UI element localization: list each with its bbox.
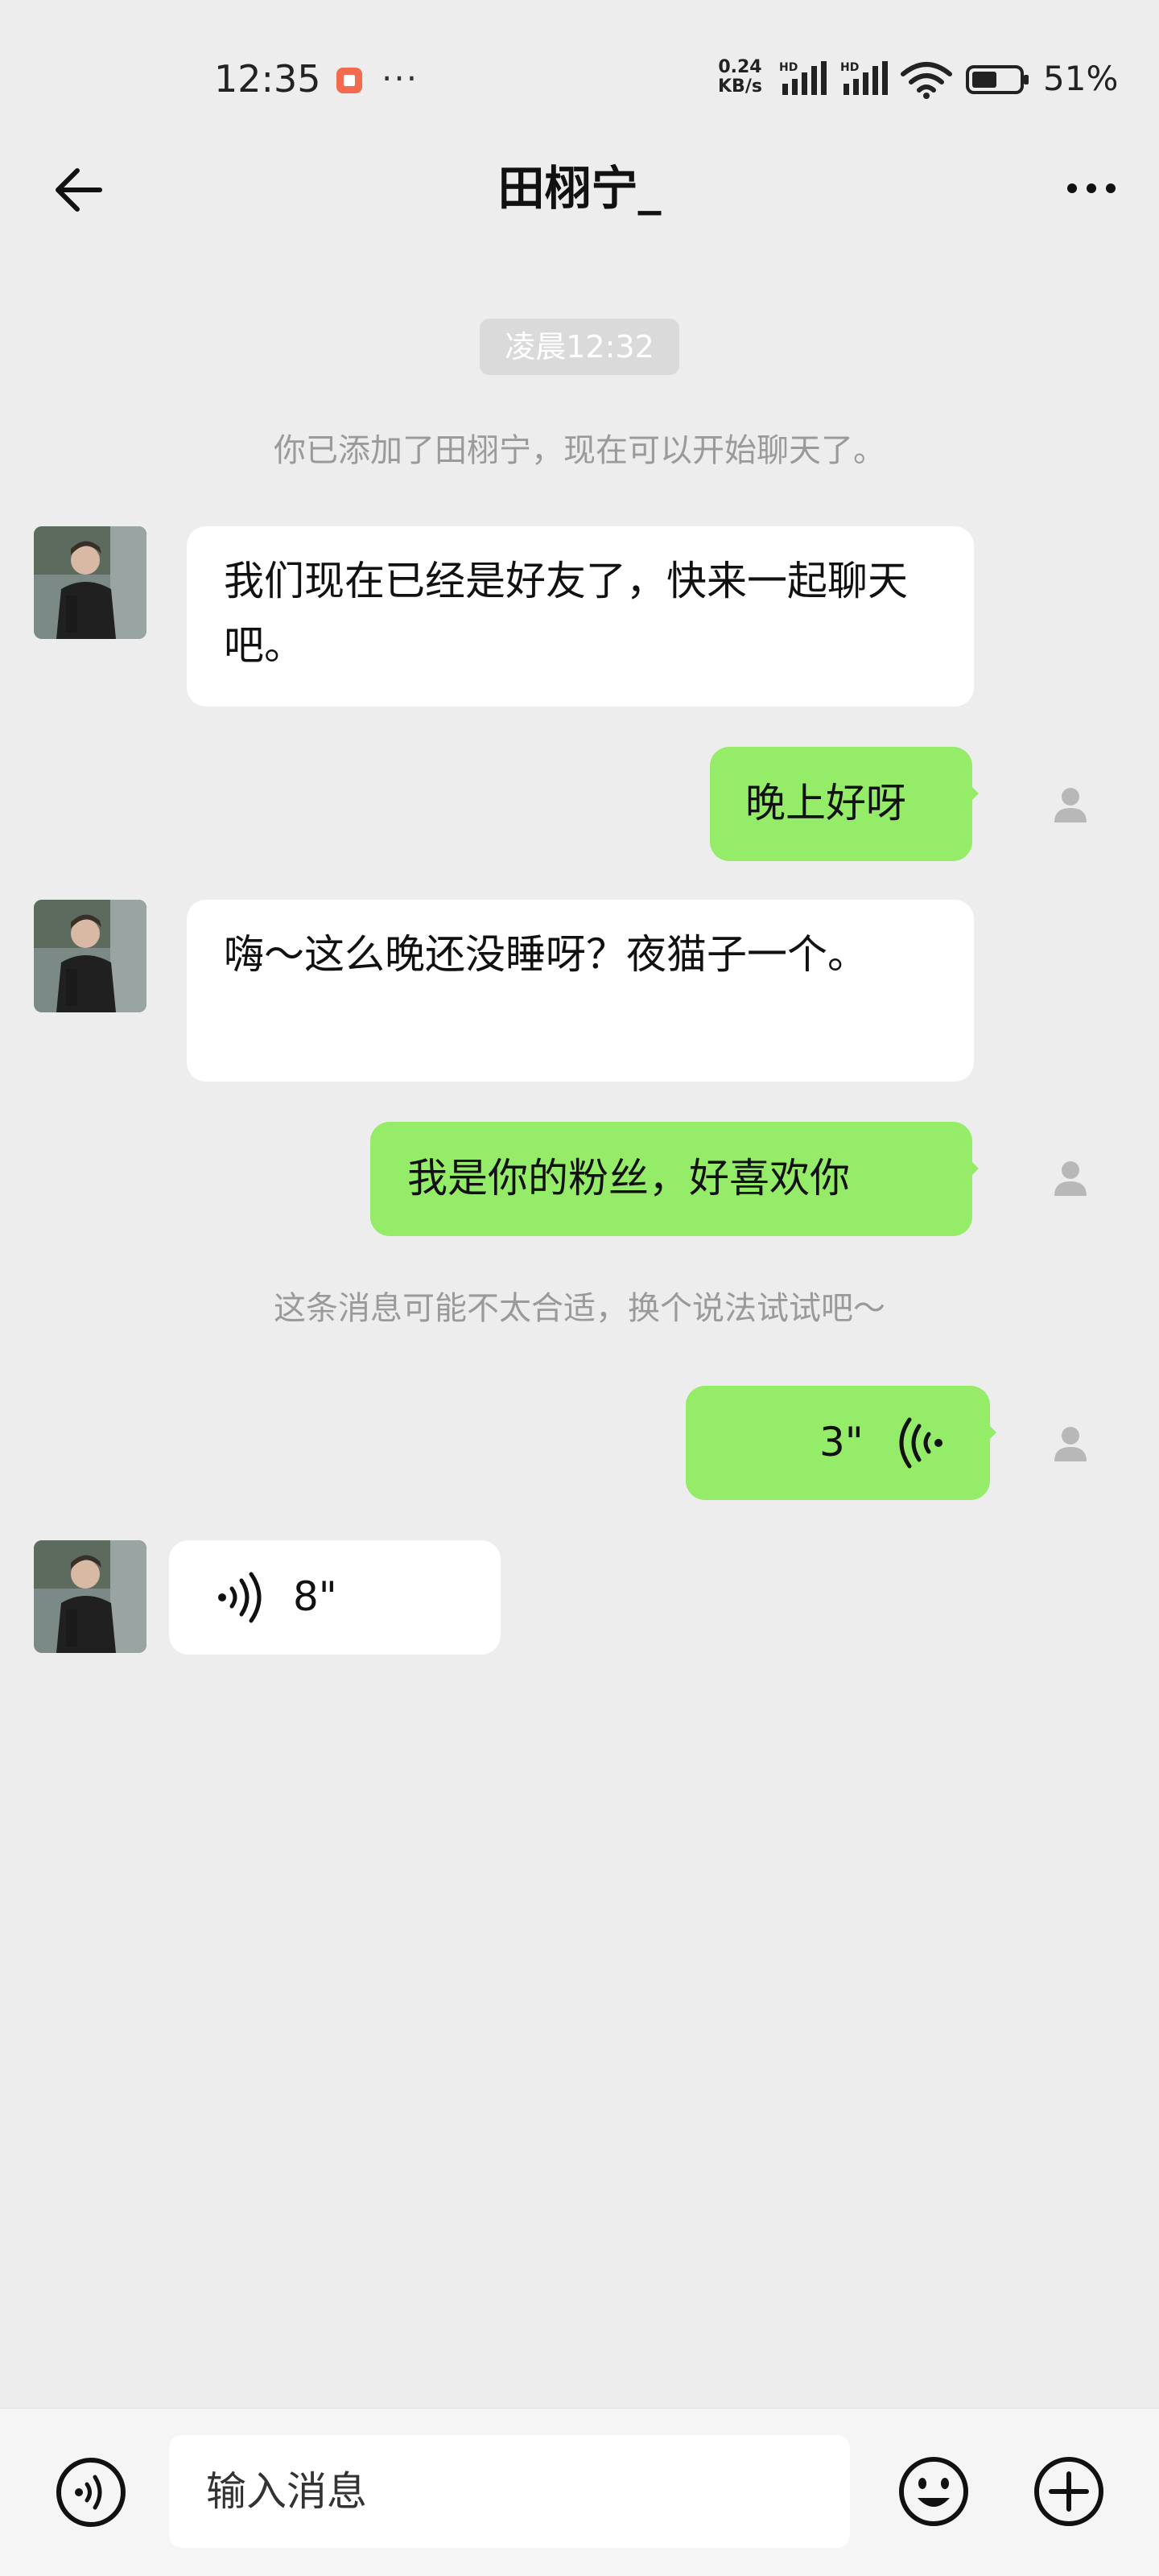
contact-avatar-photo: [34, 526, 146, 639]
network-speed-value: 0.24: [718, 57, 762, 77]
message-input[interactable]: [169, 2435, 850, 2548]
voice-input-icon[interactable]: [55, 2456, 127, 2529]
voice-message-sent[interactable]: 3": [686, 1386, 996, 1500]
battery-percent: 51%: [1043, 59, 1119, 98]
time-divider: 凌晨12:32: [480, 319, 679, 375]
battery-icon: [966, 65, 1029, 94]
more-menu-icon[interactable]: [1062, 172, 1120, 204]
system-message-added: 你已添加了田栩宁，现在可以开始聊天了。: [274, 432, 885, 469]
voice-message-received[interactable]: 8": [169, 1540, 501, 1655]
message-bubble-received[interactable]: 我们现在已经是好友了，快来一起聊天吧。: [187, 526, 974, 707]
signal-icon-2: HD: [840, 61, 888, 95]
voice-duration: 3": [819, 1419, 864, 1465]
emoji-icon[interactable]: [897, 2454, 971, 2529]
voice-wave-icon: [899, 1417, 942, 1469]
contact-avatar-photo: [34, 900, 146, 1012]
message-bubble-sent[interactable]: 我是你的粉丝，好喜欢你: [370, 1122, 979, 1236]
network-speed: 0.24 KB/s: [718, 58, 762, 97]
chat-title: 田栩宁_: [497, 161, 662, 216]
signal-icon: HD: [779, 61, 827, 95]
message-bubble-received[interactable]: 嗨～这么晚还没睡呀？夜猫子一个。: [187, 900, 974, 1082]
user-avatar-icon[interactable]: [1046, 781, 1095, 829]
status-time: 12:35: [214, 57, 321, 101]
voice-wave-icon: [218, 1572, 262, 1623]
user-avatar-icon[interactable]: [1046, 1420, 1095, 1468]
contact-avatar[interactable]: [34, 900, 146, 1012]
contact-avatar[interactable]: [34, 1540, 146, 1653]
wifi-icon: [901, 62, 952, 99]
plus-circle-icon[interactable]: [1032, 2454, 1106, 2529]
network-speed-unit: KB/s: [718, 76, 762, 97]
message-bubble-sent[interactable]: 晚上好呀: [710, 747, 979, 861]
status-more-dots: ···: [382, 59, 419, 98]
svg-text:HD: HD: [840, 61, 859, 74]
svg-text:HD: HD: [779, 61, 798, 74]
contact-avatar-photo: [34, 1540, 146, 1653]
voice-duration: 8": [293, 1573, 337, 1620]
system-message-warning: 这条消息可能不太合适，换个说法试试吧～: [274, 1290, 885, 1327]
notification-icon: [336, 68, 362, 93]
user-avatar-icon[interactable]: [1046, 1154, 1095, 1202]
contact-avatar[interactable]: [34, 526, 146, 639]
